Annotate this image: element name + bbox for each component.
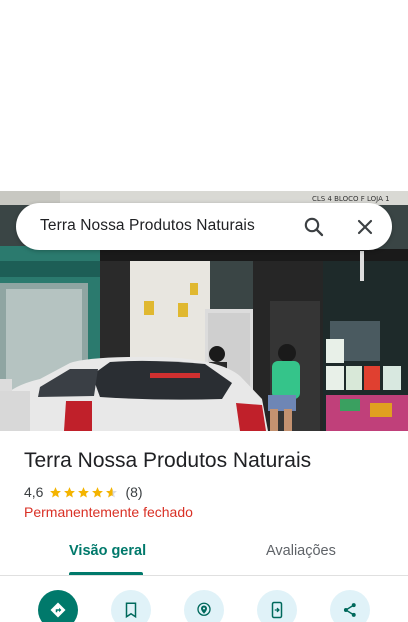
- review-count[interactable]: (8): [125, 484, 142, 500]
- star-icon: [92, 486, 104, 497]
- tab-bar: Visão geral Avaliações: [0, 532, 408, 576]
- map-area-blank: [0, 0, 408, 191]
- star-icon: [78, 486, 90, 497]
- nearby-icon: [197, 602, 211, 616]
- send-to-phone-button[interactable]: [257, 590, 297, 622]
- rating-row[interactable]: 4,6 (8): [24, 483, 143, 501]
- status-badge: Permanentemente fechado: [24, 504, 193, 520]
- tab-indicator: [69, 572, 143, 575]
- photo-sign-text: CLS 4 BLOCO F LOJA 1: [312, 195, 390, 203]
- star-rating: [49, 486, 119, 499]
- save-button[interactable]: [111, 590, 151, 622]
- send-to-phone-icon: [271, 601, 283, 619]
- search-bar[interactable]: Terra Nossa Produtos Naturais: [16, 203, 392, 250]
- share-icon: [343, 603, 356, 617]
- close-icon[interactable]: [353, 215, 377, 239]
- action-bar: [0, 590, 408, 622]
- directions-icon: [50, 602, 66, 618]
- search-icon[interactable]: [302, 215, 326, 239]
- star-icon: [64, 486, 76, 497]
- search-input[interactable]: Terra Nossa Produtos Naturais: [40, 217, 255, 235]
- share-button[interactable]: [330, 590, 370, 622]
- nearby-button[interactable]: [184, 590, 224, 622]
- place-title: Terra Nossa Produtos Naturais: [24, 449, 312, 472]
- star-icon: [50, 486, 62, 497]
- rating-value: 4,6: [24, 484, 44, 500]
- save-bookmark-icon: [125, 602, 137, 619]
- tab-reviews[interactable]: Avaliações: [266, 543, 336, 559]
- tab-overview[interactable]: Visão geral: [69, 543, 146, 559]
- directions-button[interactable]: [38, 590, 78, 622]
- star-half-icon: [106, 486, 118, 497]
